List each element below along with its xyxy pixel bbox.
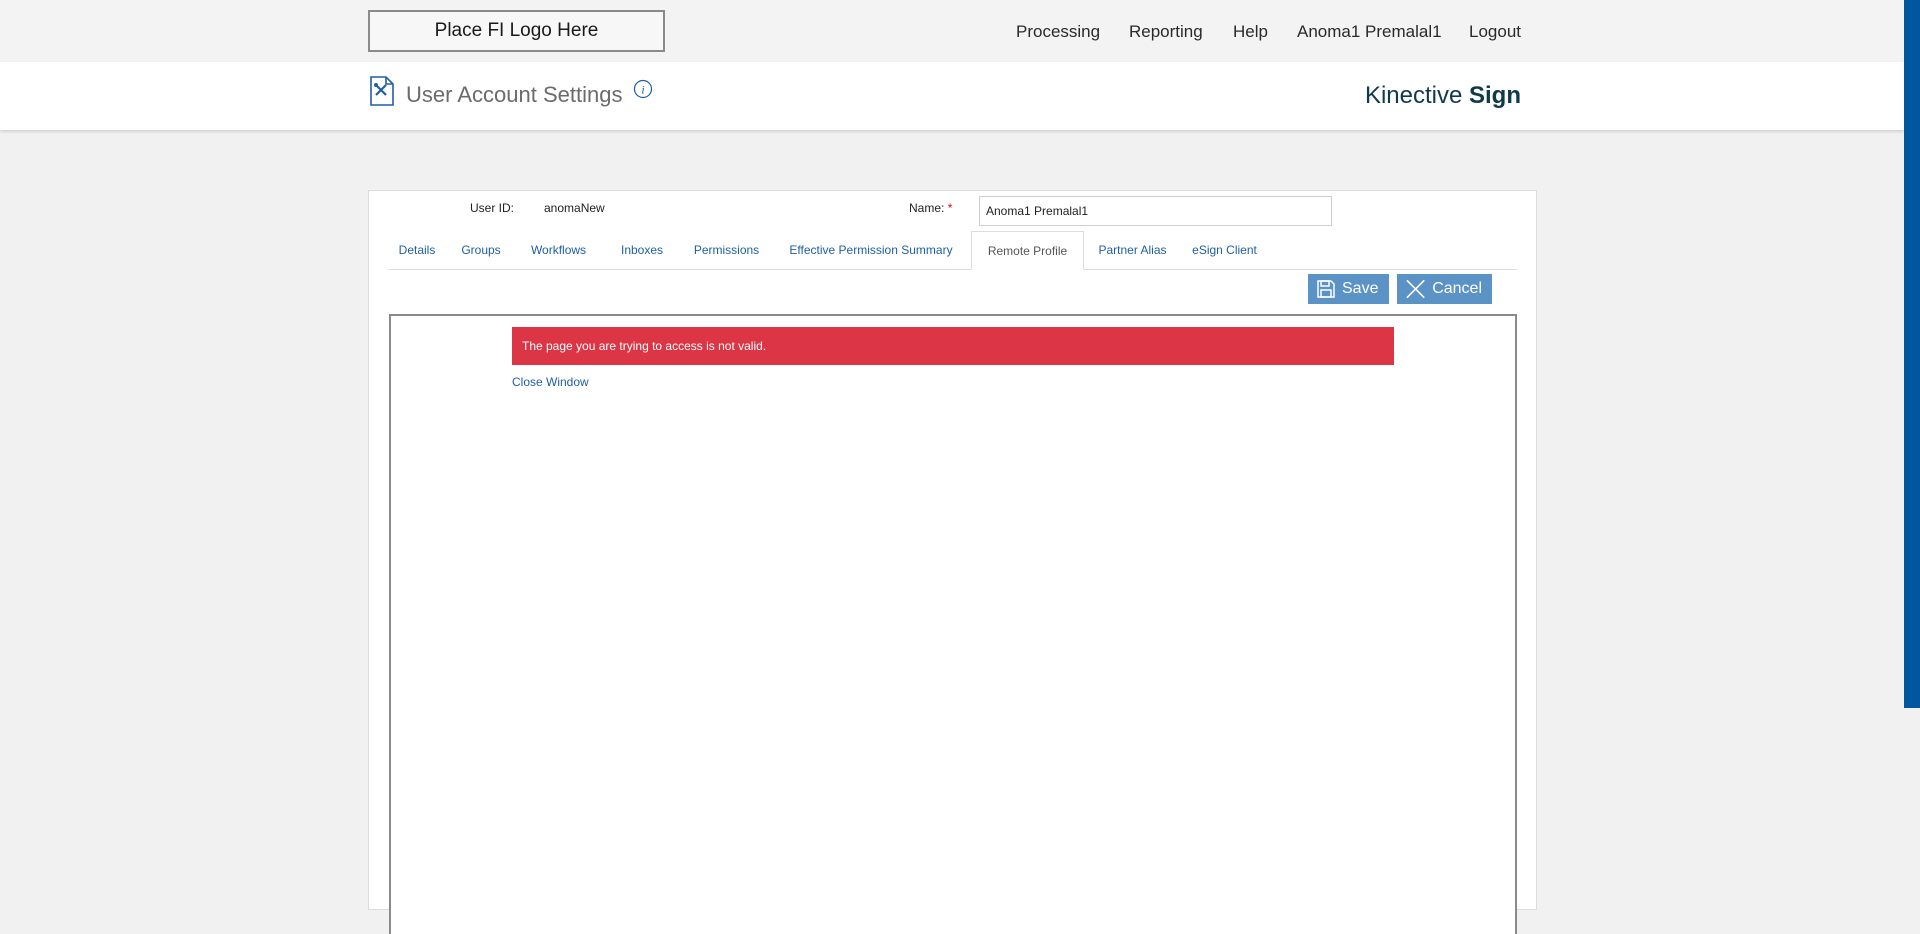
tab-remote-profile[interactable]: Remote Profile — [971, 231, 1084, 270]
close-icon — [1406, 279, 1425, 299]
tab-details[interactable]: Details — [389, 231, 445, 269]
tab-bar: Details Groups Workflows Inboxes Permiss… — [389, 231, 1517, 270]
tab-groups[interactable]: Groups — [451, 231, 511, 269]
logo-text: Place FI Logo Here — [434, 20, 599, 41]
nav-processing[interactable]: Processing — [1016, 22, 1100, 42]
error-alert: The page you are trying to access is not… — [512, 327, 1394, 365]
name-label-text: Name: — [909, 201, 945, 215]
save-icon — [1317, 280, 1335, 298]
tab-effective-permission-summary[interactable]: Effective Permission Summary — [777, 231, 965, 269]
tab-permissions[interactable]: Permissions — [682, 231, 771, 269]
account-panel: User ID: anomaNew Name: * Details Groups… — [368, 190, 1537, 934]
save-label: Save — [1342, 280, 1379, 297]
user-settings-icon — [369, 76, 395, 106]
kinective-sign-logo: Kinective Sign — [1365, 82, 1521, 110]
save-button[interactable]: Save — [1308, 274, 1389, 304]
cancel-button[interactable]: Cancel — [1397, 274, 1492, 304]
tab-inboxes[interactable]: Inboxes — [607, 231, 677, 269]
nav-help[interactable]: Help — [1233, 22, 1268, 42]
svg-text:i: i — [641, 83, 644, 97]
required-asterisk: * — [947, 201, 953, 215]
user-id-label: User ID: — [470, 201, 515, 215]
fi-logo-placeholder: Place FI Logo Here — [368, 10, 665, 52]
nav-reporting[interactable]: Reporting — [1129, 22, 1203, 42]
tab-partner-alias[interactable]: Partner Alias — [1089, 231, 1176, 269]
remote-profile-frame: The page you are trying to access is not… — [389, 314, 1517, 934]
top-bar: Place FI Logo Here Processing Reporting … — [0, 0, 1904, 62]
user-id-value: anomaNew — [544, 201, 605, 215]
name-field[interactable] — [979, 196, 1332, 226]
brand-bold: Sign — [1469, 82, 1521, 109]
nav-user-name[interactable]: Anoma1 Premalal1 — [1297, 22, 1442, 42]
info-icon[interactable]: i — [633, 79, 653, 99]
name-label: Name: * — [909, 201, 952, 215]
close-window-link[interactable]: Close Window — [512, 375, 589, 389]
nav-logout[interactable]: Logout — [1469, 22, 1521, 42]
page-title: User Account Settings — [406, 82, 623, 107]
vertical-scrollbar-thumb[interactable] — [1904, 0, 1920, 708]
cancel-label: Cancel — [1432, 280, 1482, 297]
page-header: User Account Settings i Kinective Sign — [0, 62, 1904, 130]
tab-esign-client[interactable]: eSign Client — [1181, 231, 1268, 269]
brand-light: Kinective — [1364, 82, 1463, 109]
tab-workflows[interactable]: Workflows — [516, 231, 601, 269]
